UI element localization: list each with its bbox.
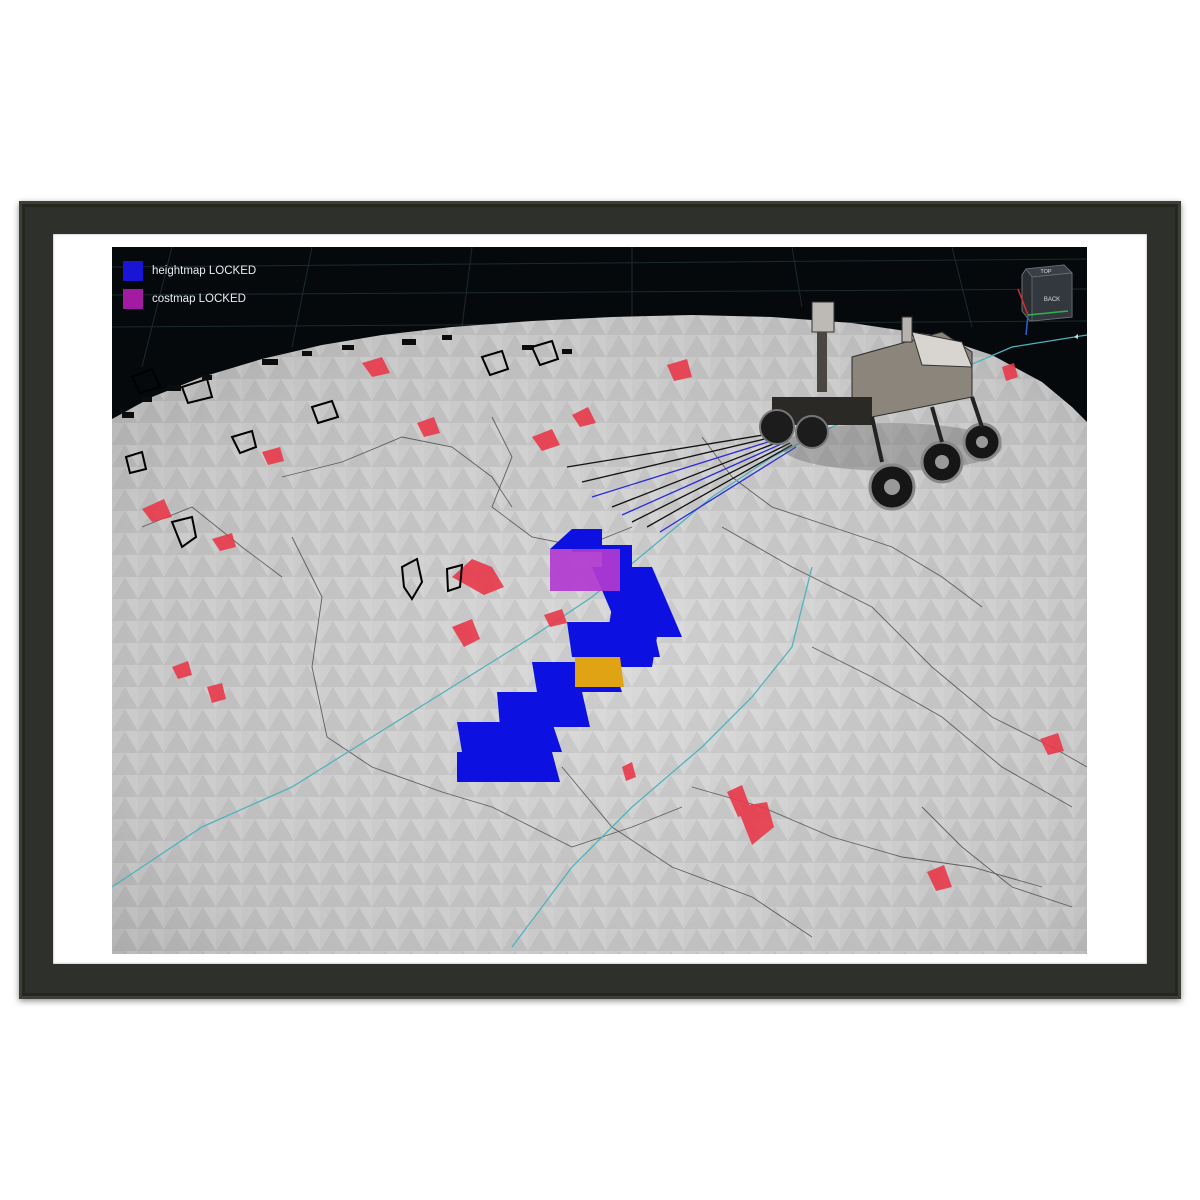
frame-mat: heightmap LOCKED costmap LOCKED TOP BACK <box>53 234 1147 964</box>
3d-viewport[interactable]: heightmap LOCKED costmap LOCKED TOP BACK <box>112 247 1087 954</box>
arrow-icon <box>1074 334 1078 339</box>
goal-cell <box>575 657 624 687</box>
costmap-swatch <box>123 289 143 309</box>
view-cube-back-label: BACK <box>1044 297 1060 303</box>
legend: heightmap LOCKED costmap LOCKED <box>123 261 256 317</box>
picture-frame: heightmap LOCKED costmap LOCKED TOP BACK <box>19 201 1181 999</box>
legend-label: heightmap LOCKED <box>152 265 257 277</box>
legend-item-heightmap[interactable]: heightmap LOCKED <box>123 261 256 281</box>
heightmap-swatch <box>123 261 143 281</box>
costmap-cell <box>550 549 620 591</box>
legend-label: costmap LOCKED <box>152 293 246 305</box>
view-cube[interactable]: TOP BACK <box>1016 259 1078 339</box>
view-cube-top-label: TOP <box>1040 269 1052 275</box>
legend-item-costmap[interactable]: costmap LOCKED <box>123 289 256 309</box>
terrain-scene <box>112 247 1087 954</box>
